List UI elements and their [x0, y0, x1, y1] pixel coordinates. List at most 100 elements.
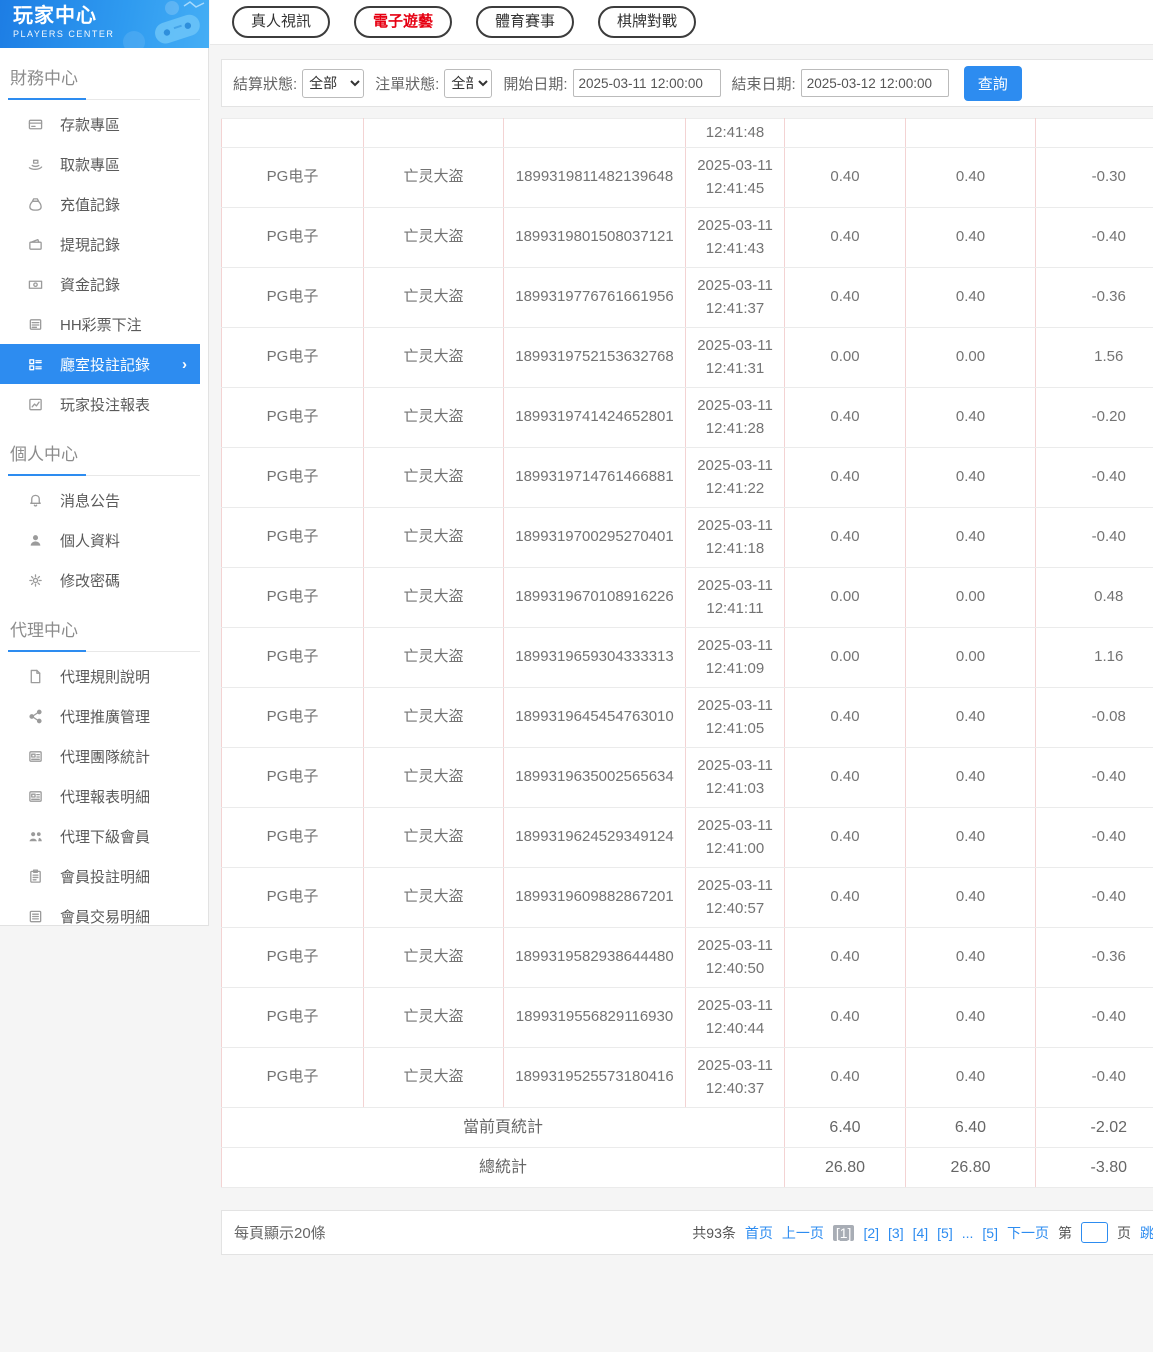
game-category-tab[interactable]: 棋牌對戰	[598, 6, 697, 38]
page-link[interactable]: ...	[962, 1225, 974, 1241]
order-status-select[interactable]: 全部	[444, 68, 493, 98]
profit-cell: -0.36	[1035, 267, 1153, 328]
valid-bet-cell: 0.40	[905, 867, 1036, 928]
page-link[interactable]: [5]	[937, 1225, 953, 1241]
sidebar-item-label: 代理推廣管理	[60, 708, 151, 726]
table-row: PG电子 亡灵大盗 1899319659304333313 2025-03-11 12:…	[221, 627, 1153, 688]
page-links: [1] [2] [3] [4] [5]... [5]	[832, 1224, 998, 1241]
sidebar-item[interactable]: 代理推廣管理	[0, 696, 200, 736]
game-cell: 亡灵大盗	[363, 1047, 504, 1108]
sidebar-item[interactable]: 個人資料	[0, 520, 200, 560]
sidebar-item[interactable]: 消息公告	[0, 480, 200, 520]
sidebar-item[interactable]: 會員投註明細	[0, 856, 200, 896]
bet-amount-cell: 0.40	[784, 807, 906, 868]
game-category-tab[interactable]: 真人視訊	[232, 6, 331, 38]
provider-cell: PG电子	[221, 207, 364, 268]
provider-cell: PG电子	[221, 387, 364, 448]
order-id-cell: 1899319741424652801	[503, 387, 686, 448]
chevron-right-icon: ›	[182, 355, 187, 373]
page-link[interactable]: [3]	[888, 1225, 904, 1241]
profit-cell: -0.40	[1035, 987, 1153, 1048]
order-id-cell: 1899319635002565634	[503, 747, 686, 808]
deposit-card-icon	[27, 117, 43, 132]
game-cell: 亡灵大盗	[363, 867, 504, 928]
table-row: PG电子 亡灵大盗 1899319741424652801 2025-03-11 12:…	[221, 387, 1153, 448]
start-date-input[interactable]	[572, 69, 721, 97]
sidebar-item[interactable]: 修改密碼	[0, 560, 200, 600]
sidebar-item[interactable]: 取款專區	[0, 144, 200, 184]
sidebar-item[interactable]: 會員交易明細	[0, 896, 200, 936]
sidebar-item[interactable]: 代理團隊統計	[0, 736, 200, 776]
valid-bet-cell: 0.00	[905, 567, 1036, 628]
time-cell: 2025-03-11 12:40:44	[685, 987, 785, 1048]
bet-amount-cell: 0.40	[784, 447, 906, 508]
sidebar-item[interactable]: 廳室投註記錄 ›	[0, 344, 200, 384]
page-jump-input[interactable]	[1081, 1222, 1108, 1243]
grand-total-row: 總統計 26.80 26.80 -3.80	[221, 1147, 1153, 1188]
provider-cell: PG电子	[221, 447, 364, 508]
valid-bet-cell: 0.40	[905, 807, 1036, 868]
grand-total-bet: 26.80	[784, 1147, 906, 1188]
order-id-cell: 1899319700295270401	[503, 507, 686, 568]
share-icon	[27, 709, 43, 724]
sidebar-item[interactable]: 資金記錄	[0, 264, 200, 304]
valid-bet-cell: 0.40	[905, 147, 1036, 208]
jump-button[interactable]: 跳转	[1140, 1223, 1153, 1243]
table-row: PG电子 亡灵大盗 1899319811482139648 2025-03-11 12:…	[221, 147, 1153, 208]
game-category-tab[interactable]: 體育賽事	[476, 6, 575, 38]
provider-cell: PG电子	[221, 327, 364, 388]
page-total-label: 當前頁統計	[221, 1107, 785, 1148]
table-row: PG电子 亡灵大盗 1899319714761466881 2025-03-11 12:…	[221, 447, 1153, 508]
provider-cell: PG电子	[221, 507, 364, 568]
page-link[interactable]: [2]	[863, 1225, 879, 1241]
list-icon	[27, 909, 43, 924]
table-row: PG电子 亡灵大盗 1899319582938644480 2025-03-11 12:…	[221, 927, 1153, 988]
lottery-list-icon	[27, 317, 43, 332]
report-chart-icon	[27, 397, 43, 412]
bet-amount-cell: 0.40	[784, 147, 906, 208]
end-date-input[interactable]	[800, 69, 949, 97]
time-cell: 2025-03-11 12:41:22	[685, 447, 785, 508]
first-page-link[interactable]: 首页	[745, 1223, 773, 1243]
provider-cell: PG电子	[221, 1047, 364, 1108]
sidebar-section-header: 財務中心	[10, 69, 78, 88]
order-id-cell: 1899319609882867201	[503, 867, 686, 928]
users-icon	[27, 829, 43, 844]
bet-amount-cell: 0.00	[784, 327, 906, 388]
bet-amount-cell: 0.40	[784, 507, 906, 568]
news-icon	[27, 789, 43, 804]
time-cell: 2025-03-11 12:41:09	[685, 627, 785, 688]
profit-cell: -0.40	[1035, 867, 1153, 928]
sidebar-item-label: 資金記錄	[60, 276, 121, 294]
table-row-clipped: 12:41:48	[221, 118, 1153, 148]
sidebar-item-label: 充值記錄	[60, 196, 121, 214]
game-cell: 亡灵大盗	[363, 147, 504, 208]
page-link-current[interactable]: [1]	[832, 1224, 855, 1241]
sidebar-item[interactable]: 存款專區	[0, 104, 200, 144]
search-button[interactable]: 查詢	[963, 65, 1022, 101]
prev-page-link[interactable]: 上一页	[782, 1223, 824, 1243]
order-id-cell: 1899319556829116930	[503, 987, 686, 1048]
sidebar-item[interactable]: 玩家投注報表	[0, 384, 200, 424]
bet-amount-cell: 0.40	[784, 687, 906, 748]
sidebar-item[interactable]: 代理規則說明	[0, 656, 200, 696]
gear-icon	[27, 573, 43, 588]
game-cell: 亡灵大盗	[363, 267, 504, 328]
sidebar-item[interactable]: 代理報表明細	[0, 776, 200, 816]
sidebar-item-label: 廳室投註記錄	[60, 356, 151, 374]
settle-status-select[interactable]: 全部	[302, 68, 365, 98]
next-page-link[interactable]: 下一页	[1007, 1223, 1049, 1243]
provider-cell: PG电子	[221, 687, 364, 748]
sidebar-item[interactable]: HH彩票下注	[0, 304, 200, 344]
profit-cell: -0.40	[1035, 447, 1153, 508]
sidebar-item[interactable]: 充值記錄	[0, 184, 200, 224]
table-row: PG电子 亡灵大盗 1899319624529349124 2025-03-11 12:…	[221, 807, 1153, 868]
valid-bet-cell: 0.40	[905, 507, 1036, 568]
time-cell: 2025-03-11 12:41:00	[685, 807, 785, 868]
sidebar-item[interactable]: 代理下級會員	[0, 816, 200, 856]
game-category-tab[interactable]: 電子遊藝	[354, 6, 453, 38]
order-status-label: 注單狀態:	[375, 75, 440, 93]
page-link[interactable]: [5]	[982, 1225, 998, 1241]
sidebar-item[interactable]: 提現記錄	[0, 224, 200, 264]
page-link[interactable]: [4]	[913, 1225, 929, 1241]
